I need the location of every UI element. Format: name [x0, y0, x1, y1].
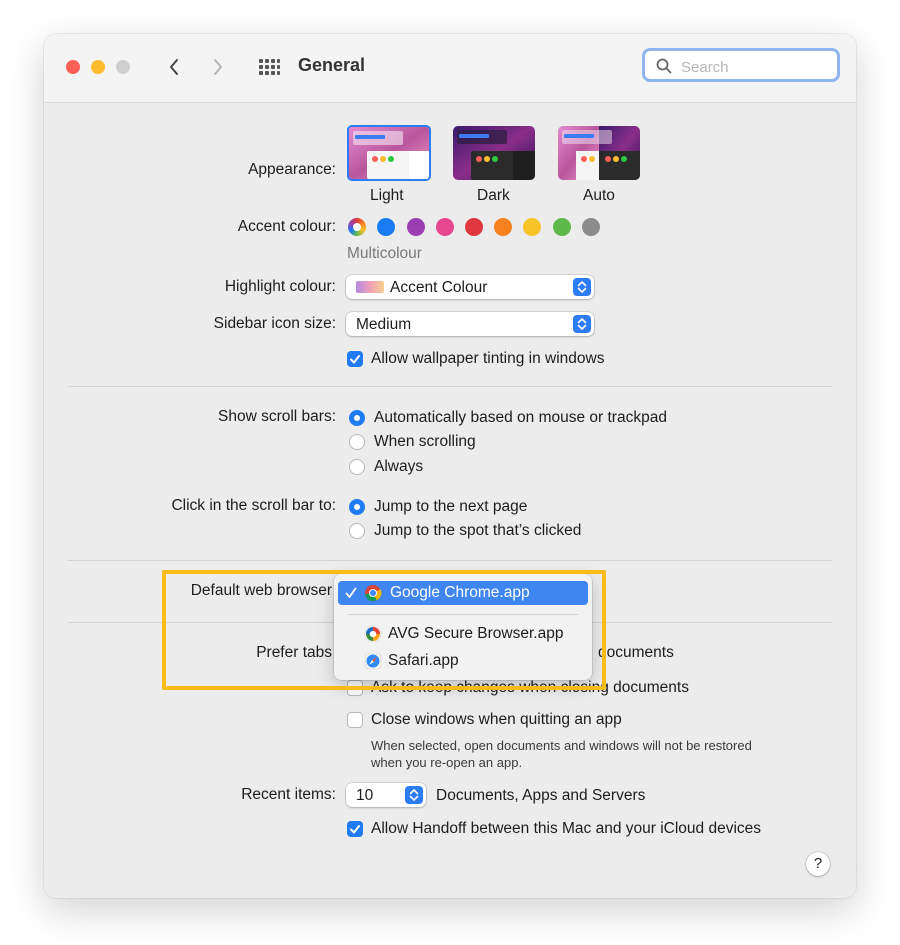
search-icon	[656, 58, 672, 74]
separator	[68, 386, 832, 387]
recent-items-popup[interactable]: 10	[346, 783, 426, 807]
sidebar-icon-size-label: Sidebar icon size:	[213, 315, 336, 332]
help-button[interactable]: ?	[806, 852, 830, 876]
appearance-light-label: Light	[370, 187, 404, 204]
handoff-checkbox[interactable]	[347, 821, 363, 837]
window-title: General	[298, 55, 366, 75]
popup-stepper-icon	[573, 315, 591, 333]
close-windows-checkbox[interactable]	[347, 712, 363, 728]
sidebar-icon-size-popup[interactable]: Medium	[346, 312, 594, 336]
handoff-label: Allow Handoff between this Mac and your …	[371, 820, 762, 837]
search-field[interactable]	[642, 48, 840, 82]
click-scroll-next-page-radio[interactable]	[349, 499, 365, 515]
appearance-dark-option[interactable]	[453, 126, 535, 180]
wallpaper-tinting-checkbox[interactable]	[347, 351, 363, 367]
popup-stepper-icon	[405, 786, 423, 804]
grid-icon	[259, 59, 280, 75]
scroll-bars-always-radio[interactable]	[349, 459, 365, 475]
highlight-colour-label: Highlight colour:	[224, 278, 336, 295]
highlight-frame	[162, 570, 606, 690]
auto-appearance-thumbnail-icon	[558, 126, 640, 180]
click-scroll-spot-label: Jump to the spot that’s clicked	[374, 522, 582, 539]
accent-multicolour-swatch[interactable]	[348, 218, 366, 236]
appearance-light-option[interactable]	[347, 125, 431, 181]
light-appearance-thumbnail-icon	[349, 127, 429, 179]
accent-graphite-swatch[interactable]	[582, 218, 600, 236]
accent-orange-swatch[interactable]	[494, 218, 512, 236]
accent-green-swatch[interactable]	[553, 218, 571, 236]
sidebar-icon-size-value: Medium	[356, 316, 412, 333]
recent-items-suffix: Documents, Apps and Servers	[436, 787, 646, 804]
zoom-window-button[interactable]	[116, 60, 130, 74]
accent-colour-label: Accent colour:	[237, 218, 336, 235]
appearance-auto-label: Auto	[583, 187, 615, 204]
close-windows-note-line2: when you re-open an app.	[371, 755, 523, 770]
highlight-colour-value: Accent Colour	[390, 279, 488, 296]
search-input[interactable]	[679, 56, 833, 78]
scroll-bars-automatic-radio[interactable]	[349, 410, 365, 426]
back-button[interactable]	[162, 54, 186, 80]
close-window-button[interactable]	[66, 60, 80, 74]
title-bar: General	[44, 34, 856, 103]
system-preferences-window: General Appearance: Light	[44, 34, 856, 898]
accent-selected-name: Multicolour	[347, 245, 422, 262]
prefer-tabs-trailing-text: documents	[598, 644, 674, 661]
scroll-bars-when-scrolling-label: When scrolling	[374, 433, 476, 450]
forward-button[interactable]	[206, 54, 230, 80]
checkmark-icon	[350, 355, 360, 364]
close-windows-label: Close windows when quitting an app	[371, 711, 622, 728]
accent-red-swatch[interactable]	[465, 218, 483, 236]
show-all-button[interactable]	[256, 54, 282, 80]
click-scroll-spot-radio[interactable]	[349, 523, 365, 539]
separator	[68, 560, 832, 561]
click-scroll-bar-label: Click in the scroll bar to:	[171, 497, 336, 514]
appearance-dark-label: Dark	[477, 187, 510, 204]
checkmark-icon	[350, 825, 360, 834]
appearance-auto-option[interactable]	[558, 126, 640, 180]
accent-blue-swatch[interactable]	[377, 218, 395, 236]
click-scroll-next-page-label: Jump to the next page	[374, 498, 528, 515]
wallpaper-tinting-label: Allow wallpaper tinting in windows	[371, 350, 605, 367]
scroll-bars-when-scrolling-radio[interactable]	[349, 434, 365, 450]
scroll-bars-always-label: Always	[374, 458, 424, 475]
minimize-window-button[interactable]	[91, 60, 105, 74]
popup-stepper-icon	[573, 278, 591, 296]
accent-yellow-swatch[interactable]	[523, 218, 541, 236]
show-scroll-bars-label: Show scroll bars:	[217, 408, 336, 425]
chevron-right-icon	[214, 59, 222, 75]
dark-appearance-thumbnail-icon	[453, 126, 535, 180]
recent-items-value: 10	[356, 787, 374, 804]
scroll-bars-automatic-label: Automatically based on mouse or trackpad	[374, 409, 667, 426]
accent-pink-swatch[interactable]	[436, 218, 454, 236]
close-windows-note-line1: When selected, open documents and window…	[371, 738, 752, 753]
appearance-label: Appearance:	[248, 161, 336, 178]
highlight-colour-popup[interactable]: Accent Colour	[346, 275, 594, 299]
accent-purple-swatch[interactable]	[407, 218, 425, 236]
highlight-colour-swatch	[356, 281, 384, 293]
recent-items-label: Recent items:	[241, 786, 336, 803]
chevron-left-icon	[170, 59, 178, 75]
